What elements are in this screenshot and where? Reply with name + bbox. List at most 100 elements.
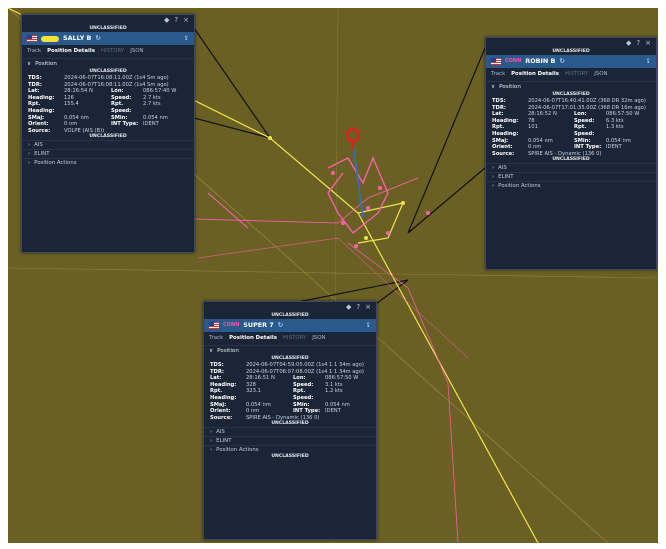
accordion-label: ELINT (216, 438, 232, 445)
accordion-ais[interactable]: › AIS (22, 140, 194, 149)
position-section-toggle[interactable]: ∨ Position (204, 345, 376, 356)
section-title: Position (499, 83, 521, 90)
help-icon[interactable]: ? (356, 304, 360, 311)
classification-banner: UNCLASSIFIED (271, 454, 309, 460)
field-label: SMaj: (492, 137, 509, 144)
field-label: TDR: (28, 81, 42, 88)
flag-icon (27, 35, 37, 42)
accordion-label: Position Actions (34, 160, 77, 167)
track-panel-super: ◆ ? × UNCLASSIFIED CONN SUPER 7 ↻ ⇪ Trac… (203, 301, 377, 540)
panel-controls: ◆ ? × (22, 15, 194, 26)
field-label: SMaj: (210, 401, 227, 408)
tab-history[interactable]: HISTORY (101, 48, 124, 55)
field-value: 0.054 nm (606, 137, 631, 144)
field-label: Heading: (492, 117, 519, 124)
tab-track[interactable]: Track (491, 71, 505, 78)
field-value: 2024-06-07T16:08:11.00Z (1s4 Sm ago) (64, 81, 169, 88)
close-icon[interactable]: × (365, 304, 371, 311)
location-marker-icon[interactable] (345, 127, 361, 143)
field-label: Speed: (293, 381, 314, 388)
accordion-position-actions[interactable]: › Position Actions (486, 181, 656, 190)
tab-json[interactable]: JSON (594, 71, 607, 78)
track-color-swatch (41, 35, 59, 42)
refresh-icon[interactable]: ↻ (278, 322, 283, 329)
close-icon[interactable]: × (183, 17, 189, 24)
field-label: Speed: (111, 94, 132, 101)
panel-tabs: Track Position Details HISTORY JSON (22, 45, 194, 58)
track-panel-sally: ◆ ? × UNCLASSIFIED SALLY B ↻ ⇪ Track Pos… (21, 14, 195, 253)
panel-tabs: Track Position Details HISTORY JSON (486, 68, 656, 81)
field-label: Speed: (574, 117, 595, 124)
field-value: 2.7 kts (143, 94, 161, 101)
field-value: 1.2 kts (325, 388, 343, 395)
field-label: Lat: (492, 111, 504, 118)
field-value: 086:57:40 W (143, 88, 177, 95)
chevron-right-icon: › (492, 174, 495, 181)
track-name: SALLY B (63, 34, 92, 43)
accordion-label: AIS (498, 165, 507, 172)
field-label: Orient: (492, 144, 513, 151)
share-icon[interactable]: ⇪ (366, 322, 371, 329)
field-value: 0.054 nm (64, 114, 89, 121)
field-label: Lon: (574, 111, 587, 118)
chevron-right-icon: › (28, 160, 31, 167)
tab-history[interactable]: HISTORY (283, 335, 306, 342)
field-value: 28:16:52 N (528, 111, 557, 118)
share-icon[interactable]: ⇪ (184, 35, 189, 42)
help-icon[interactable]: ? (636, 40, 640, 47)
close-icon[interactable]: × (645, 40, 651, 47)
panel-controls: ◆ ? × (204, 302, 376, 313)
field-value: 323.1 (246, 388, 261, 395)
help-icon[interactable]: ? (174, 17, 178, 24)
field-value: 2.7 kts (143, 101, 161, 108)
pin-icon[interactable]: ◆ (626, 40, 631, 47)
chevron-right-icon: › (492, 183, 495, 190)
tab-position-details[interactable]: Position Details (229, 335, 277, 342)
field-value: 28:16:51 N (246, 375, 275, 382)
accordion-elint[interactable]: › ELINT (22, 149, 194, 158)
tab-json[interactable]: JSON (312, 335, 325, 342)
field-value: 3.1 kts (325, 381, 343, 388)
share-icon[interactable]: ⇪ (646, 58, 651, 65)
field-label: INT Type: (574, 144, 602, 151)
tab-track[interactable]: Track (27, 48, 41, 55)
tab-position-details[interactable]: Position Details (511, 71, 559, 78)
field-label: INT Type: (293, 408, 321, 415)
field-value: IDENT (143, 121, 159, 128)
tab-json[interactable]: JSON (130, 48, 143, 55)
field-value: 0.054 nm (143, 114, 168, 121)
field-label: SMin: (574, 137, 591, 144)
field-label: TDS: (210, 362, 224, 368)
pin-icon[interactable]: ◆ (164, 17, 169, 24)
section-title: Position (35, 60, 57, 67)
refresh-icon[interactable]: ↻ (95, 35, 100, 42)
chevron-right-icon: › (492, 165, 495, 172)
pin-icon[interactable]: ◆ (346, 304, 351, 311)
section-title: Position (217, 347, 239, 354)
field-value: 101 (528, 124, 538, 131)
position-grid: TDS: 2024-06-07T16:08:11.00Z (1s4 Sm ago… (22, 75, 194, 134)
tab-position-details[interactable]: Position Details (47, 48, 95, 55)
map-view[interactable]: ◆ ? × UNCLASSIFIED SALLY B ↻ ⇪ Track Pos… (8, 8, 658, 543)
tab-track[interactable]: Track (209, 335, 223, 342)
accordion-position-actions[interactable]: › Position Actions (204, 445, 376, 454)
refresh-icon[interactable]: ↻ (559, 58, 564, 65)
accordion-elint[interactable]: › ELINT (486, 172, 656, 181)
position-section-toggle[interactable]: ∨ Position (22, 58, 194, 69)
field-label: TDR: (210, 368, 224, 375)
accordion-position-actions[interactable]: › Position Actions (22, 158, 194, 167)
track-name: ROBIN B (525, 57, 556, 66)
chevron-down-icon: ∨ (209, 347, 214, 354)
field-value: IDENT (606, 144, 622, 151)
chevron-right-icon: › (210, 429, 213, 436)
track-header: CONN ROBIN B ↻ ⇪ (486, 55, 656, 68)
field-label: Orient: (210, 408, 231, 415)
accordion-ais[interactable]: › AIS (486, 163, 656, 172)
accordion-elint[interactable]: › ELINT (204, 436, 376, 445)
track-tag: CONN (223, 322, 240, 329)
field-value: 0 nm (528, 144, 542, 151)
accordion-ais[interactable]: › AIS (204, 427, 376, 436)
tab-history[interactable]: HISTORY (565, 71, 588, 78)
field-value: 0 nm (64, 121, 78, 128)
position-section-toggle[interactable]: ∨ Position (486, 81, 656, 92)
